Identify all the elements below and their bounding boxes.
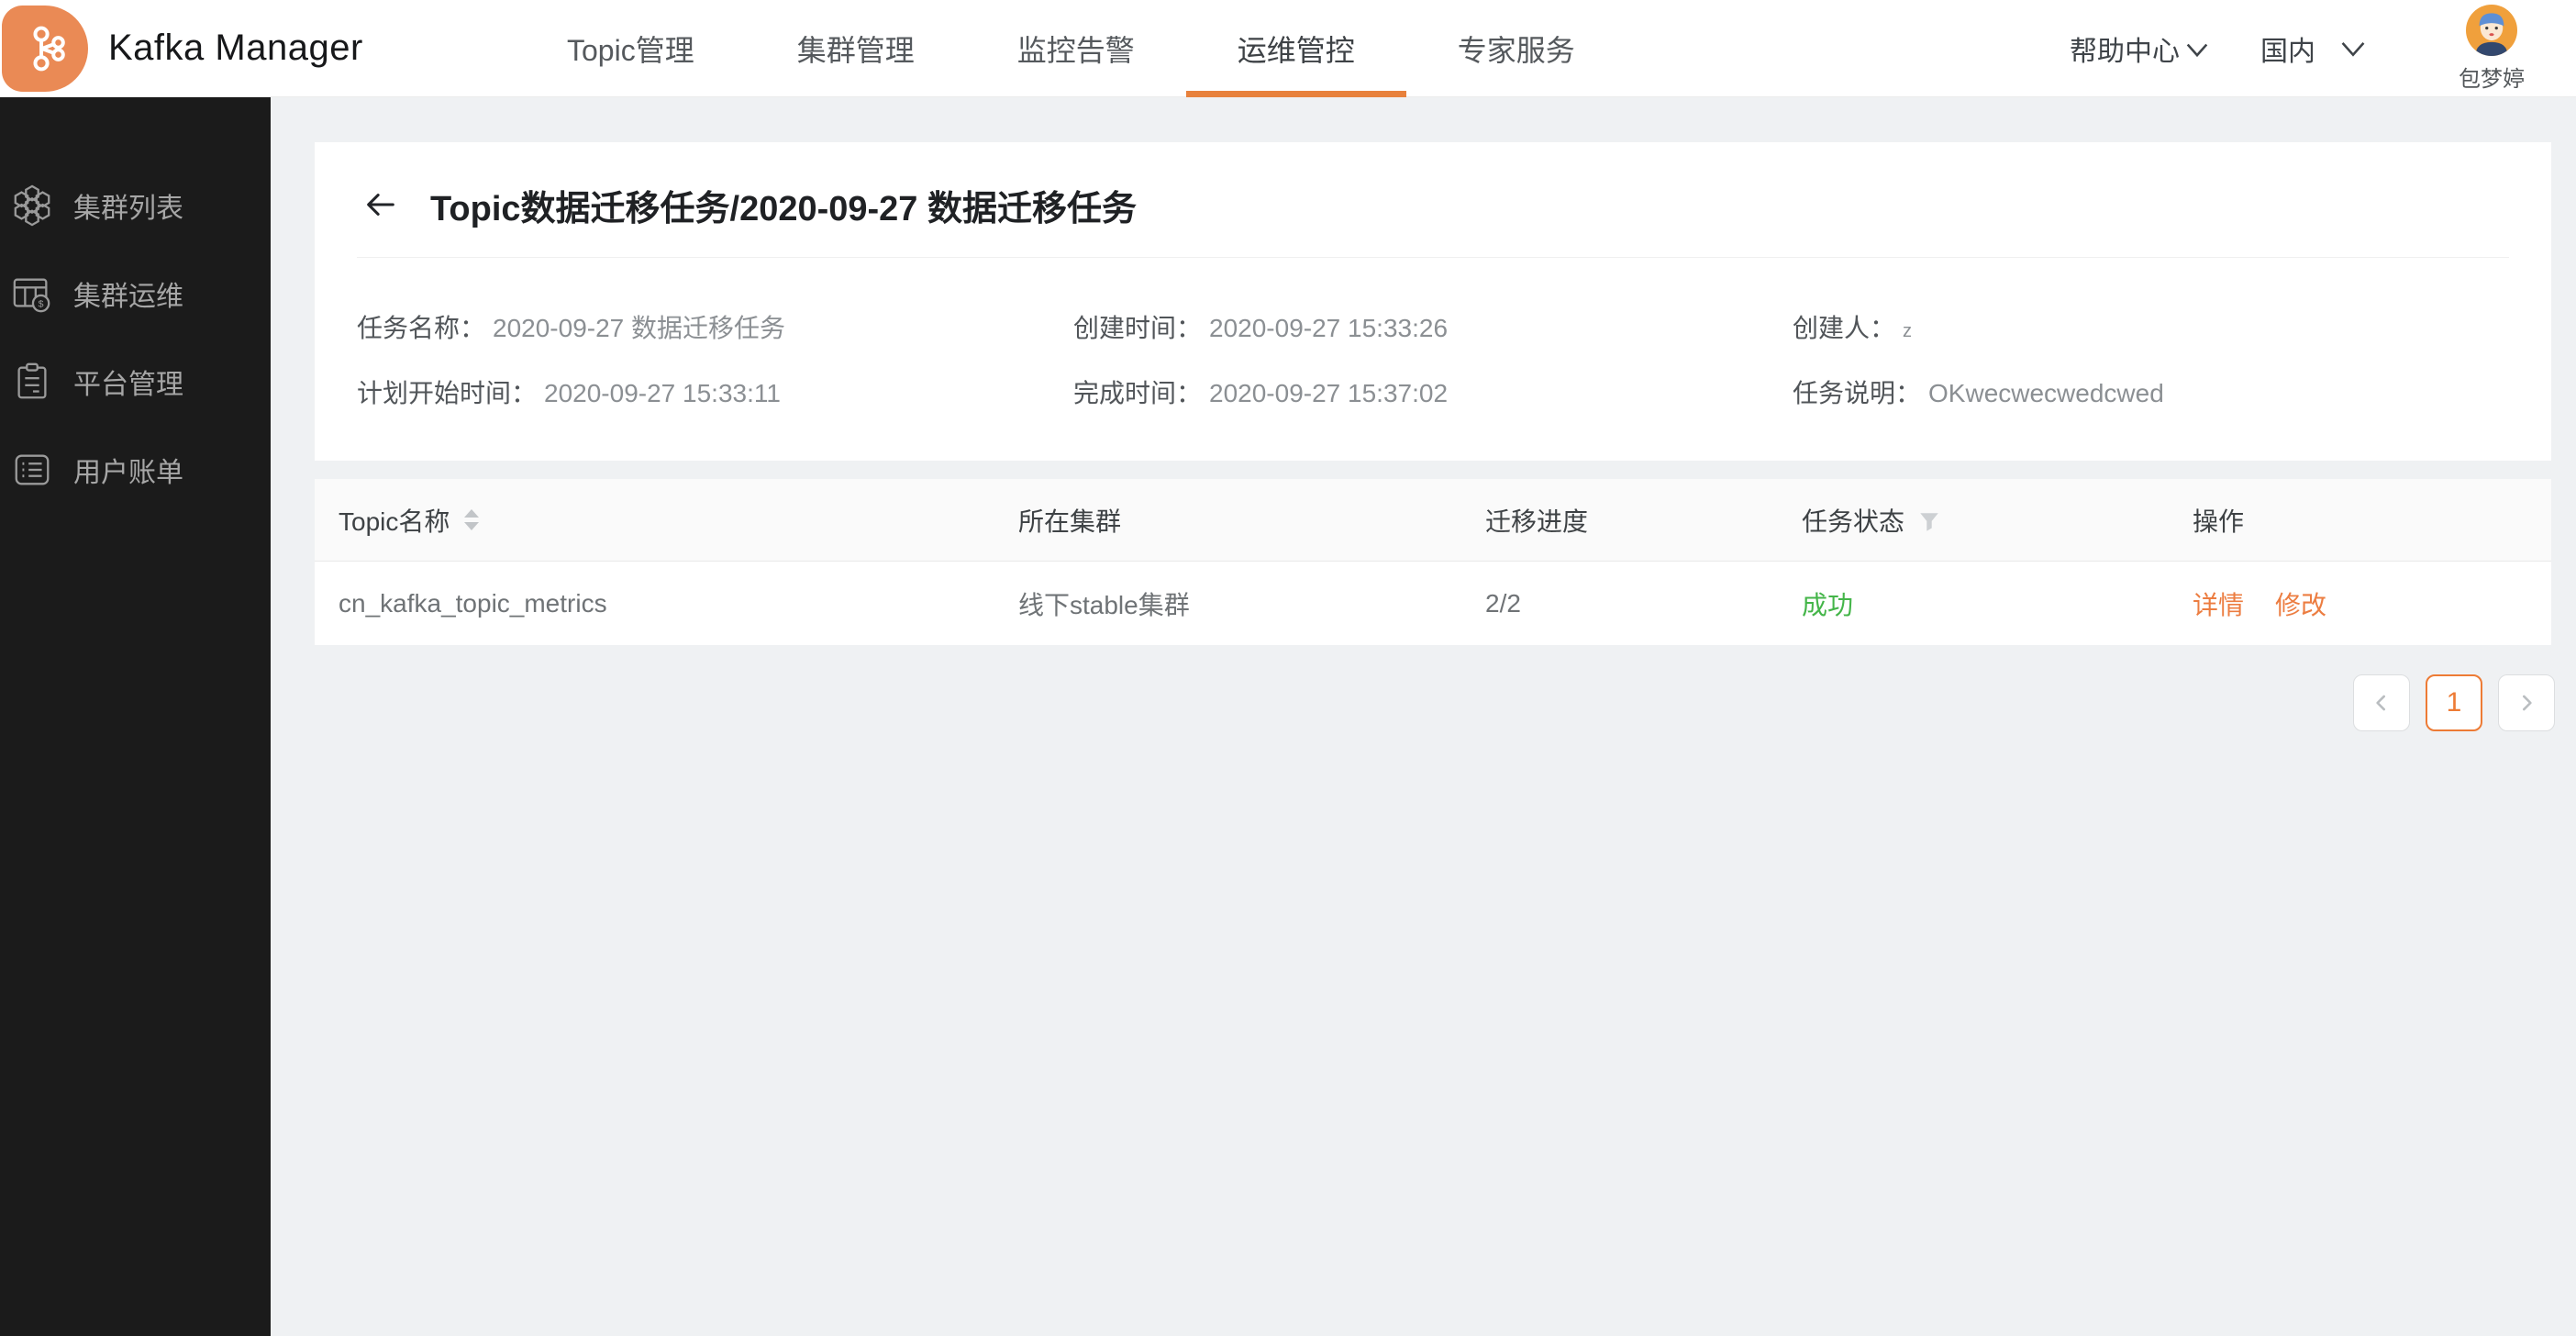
task-info-card: Topic数据迁移任务/2020-09-27 数据迁移任务 任务名称： 2020-… [315,142,2551,461]
sidebar-item-label: 用户账单 [73,458,183,488]
column-progress: 迁移进度 [1485,507,1589,536]
field-task-description: 任务说明： OKwecwecwedcwed [1793,379,2164,407]
column-topic-name: Topic名称 [315,502,994,539]
task-fields: 任务名称： 2020-09-27 数据迁移任务 创建时间： 2020-09-27 1… [357,313,2509,409]
help-center-label: 帮助中心 [2070,37,2180,67]
filter-funnel-icon[interactable] [1917,510,1941,534]
table-billing-icon: $ [11,273,53,315]
sidebar-item-platform-management[interactable]: 平台管理 [0,338,271,426]
chevron-down-icon [2339,35,2367,66]
sidebar-item-cluster-ops[interactable]: $ 集群运维 [0,250,271,338]
cell-progress: 2/2 [1485,588,1521,618]
region-label: 国内 [2260,37,2315,67]
honeycomb-cluster-icon [11,184,53,227]
svg-text:$: $ [39,298,44,309]
chevron-down-icon [2185,35,2209,66]
avatar [2466,5,2517,56]
sidebar-item-cluster-list[interactable]: 集群列表 [0,161,271,250]
field-task-name: 任务名称： 2020-09-27 数据迁移任务 [357,314,786,342]
nav-expert-service[interactable]: 专家服务 [1406,0,1627,97]
column-cluster: 所在集群 [1018,507,1122,536]
clipboard-icon [11,361,53,403]
migration-table: Topic名称 所在集群 迁移进度 任务状态 操作 cn_kafka_topic… [315,479,2551,645]
sidebar-item-label: 平台管理 [73,370,183,400]
sidebar: 集群列表 $ 集群运维 平台管理 用户账单 [0,97,271,1336]
sidebar-item-label: 集群运维 [73,282,183,312]
page-title: Topic数据迁移任务/2020-09-27 数据迁移任务 [430,189,1138,228]
field-creator: 创建人： z [1793,314,1913,342]
kafka-manager-logo-icon [2,5,88,92]
title-divider [357,257,2509,258]
table-header-row: Topic名称 所在集群 迁移进度 任务状态 操作 [315,479,2551,562]
region-dropdown[interactable]: 国内 [2260,28,2367,69]
field-create-time: 创建时间： 2020-09-27 15:33:26 [1073,314,1449,342]
next-page-button[interactable] [2498,674,2555,731]
sort-icon[interactable] [464,509,480,530]
nav-monitor-alert[interactable]: 监控告警 [966,0,1186,97]
top-nav: Topic管理 集群管理 监控告警 运维管控 专家服务 [516,0,1627,97]
back-arrow-icon[interactable] [362,186,399,223]
cell-cluster: 线下stable集群 [1018,590,1190,619]
table-row: cn_kafka_topic_metrics 线下stable集群 2/2 成功… [315,562,2551,645]
field-finish-time: 完成时间： 2020-09-27 15:37:02 [1073,379,1449,407]
nav-cluster-management[interactable]: 集群管理 [746,0,966,97]
cell-topic-name: cn_kafka_topic_metrics [339,588,607,618]
pagination: 1 [2353,674,2555,731]
user-menu[interactable]: 包梦婷 [2459,0,2525,97]
prev-page-button[interactable] [2353,674,2410,731]
cell-status: 成功 [1802,590,1854,619]
detail-link[interactable]: 详情 [2193,585,2244,622]
app-title: Kafka Manager [108,28,363,68]
column-status: 任务状态 [1778,502,2169,539]
field-planned-start-time: 计划开始时间： 2020-09-27 15:33:11 [357,379,781,407]
sidebar-item-user-billing[interactable]: 用户账单 [0,426,271,514]
help-center-dropdown[interactable]: 帮助中心 [2070,28,2209,69]
top-header: Kafka Manager Topic管理 集群管理 监控告警 运维管控 专家服… [0,0,2576,97]
main-content: Topic数据迁移任务/2020-09-27 数据迁移任务 任务名称： 2020-… [271,97,2576,1336]
user-name: 包梦婷 [2459,67,2525,92]
page-1-button[interactable]: 1 [2426,674,2482,731]
nav-ops-control[interactable]: 运维管控 [1185,0,1406,97]
list-bill-icon [11,449,53,491]
sidebar-item-label: 集群列表 [73,194,183,224]
nav-topic-management[interactable]: Topic管理 [516,0,746,97]
column-actions: 操作 [2193,507,2245,536]
modify-link[interactable]: 修改 [2275,585,2326,622]
cell-actions: 详情 修改 [2169,585,2551,622]
